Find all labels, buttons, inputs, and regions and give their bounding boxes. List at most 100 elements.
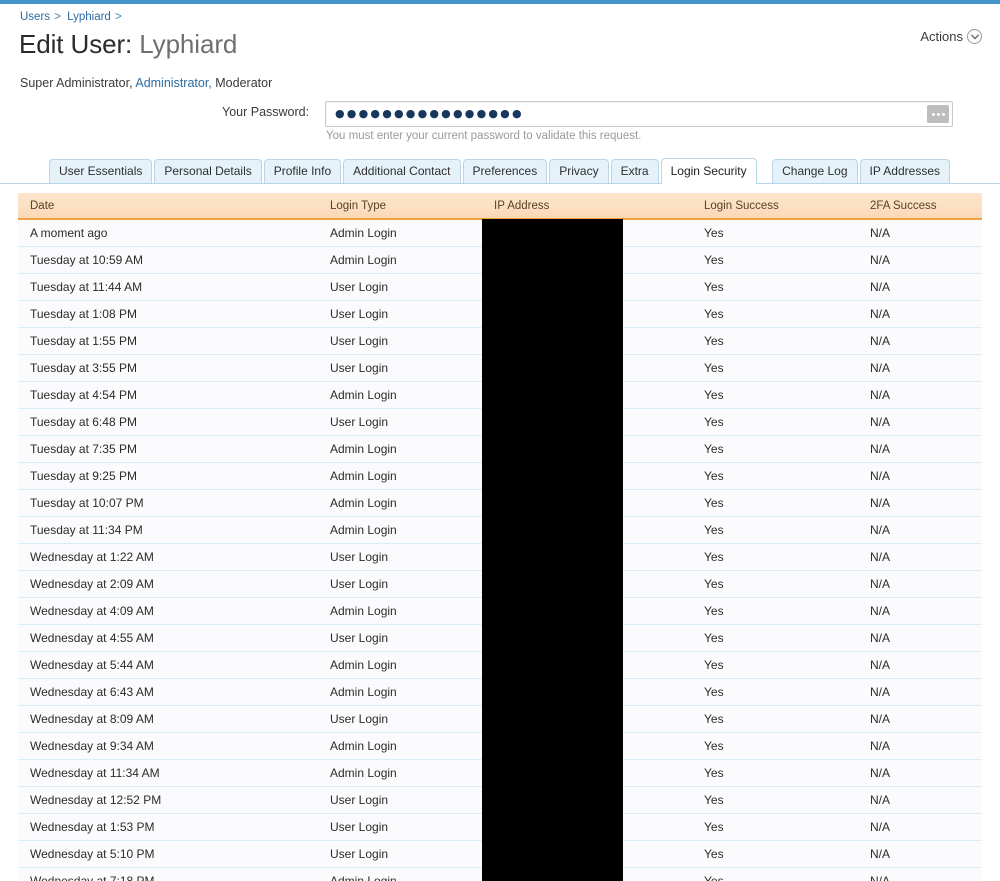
cell-twofa: N/A <box>858 435 982 463</box>
cell-date: Wednesday at 2:09 AM <box>18 570 318 598</box>
column-header-type[interactable]: Login Type <box>318 193 482 220</box>
cell-date: Wednesday at 11:34 AM <box>18 759 318 787</box>
cell-success: Yes <box>692 651 858 679</box>
cell-date: Tuesday at 10:07 PM <box>18 489 318 517</box>
cell-success: Yes <box>692 516 858 544</box>
cell-success: Yes <box>692 381 858 409</box>
cell-type: Admin Login <box>318 597 482 625</box>
tab-extra[interactable]: Extra <box>610 159 659 183</box>
cell-type: Admin Login <box>318 759 482 787</box>
cell-twofa: N/A <box>858 408 982 436</box>
cell-date: Tuesday at 1:08 PM <box>18 300 318 328</box>
role-moderator: Moderator <box>215 76 273 90</box>
cell-twofa: N/A <box>858 543 982 571</box>
tab-personal-details[interactable]: Personal Details <box>154 159 262 183</box>
breadcrumb-item-users[interactable]: Users <box>20 11 50 23</box>
chevron-down-icon[interactable] <box>967 29 982 44</box>
cell-date: Tuesday at 11:34 PM <box>18 516 318 544</box>
cell-success: Yes <box>692 327 858 355</box>
cell-date: Tuesday at 7:35 PM <box>18 435 318 463</box>
cell-type: User Login <box>318 408 482 436</box>
password-field[interactable]: ●●●●●●●●●●●●●●●● <box>325 101 953 127</box>
cell-type: User Login <box>318 354 482 382</box>
cell-date: Wednesday at 6:43 AM <box>18 678 318 706</box>
cell-twofa: N/A <box>858 840 982 868</box>
cell-success: Yes <box>692 867 858 881</box>
cell-success: Yes <box>692 435 858 463</box>
cell-success: Yes <box>692 462 858 490</box>
column-header-ip[interactable]: IP Address <box>482 193 692 220</box>
tab-bar: User Essentials Personal Details Profile I… <box>0 158 1000 184</box>
cell-date: Tuesday at 6:48 PM <box>18 408 318 436</box>
cell-twofa: N/A <box>858 516 982 544</box>
cell-type: Admin Login <box>318 651 482 679</box>
cell-date: Wednesday at 1:22 AM <box>18 543 318 571</box>
cell-twofa: N/A <box>858 273 982 301</box>
tab-change-log[interactable]: Change Log <box>772 159 858 183</box>
ellipsis-icon[interactable] <box>927 105 949 123</box>
cell-type: User Login <box>318 786 482 814</box>
actions-menu-button[interactable]: Actions <box>920 29 982 44</box>
cell-type: Admin Login <box>318 246 482 274</box>
cell-success: Yes <box>692 408 858 436</box>
cell-success: Yes <box>692 246 858 274</box>
cell-success: Yes <box>692 840 858 868</box>
cell-type: User Login <box>318 300 482 328</box>
cell-twofa: N/A <box>858 867 982 881</box>
breadcrumb-separator: > <box>51 11 65 23</box>
page-title-username: Lyphiard <box>139 29 238 59</box>
cell-type: User Login <box>318 840 482 868</box>
tab-user-essentials[interactable]: User Essentials <box>49 159 153 183</box>
cell-success: Yes <box>692 732 858 760</box>
tab-login-security[interactable]: Login Security <box>660 158 757 184</box>
tab-privacy[interactable]: Privacy <box>549 159 609 183</box>
cell-twofa: N/A <box>858 759 982 787</box>
cell-twofa: N/A <box>858 705 982 733</box>
cell-success: Yes <box>692 273 858 301</box>
cell-type: Admin Login <box>318 516 482 544</box>
cell-twofa: N/A <box>858 813 982 841</box>
cell-type: User Login <box>318 624 482 652</box>
column-header-twofa[interactable]: 2FA Success <box>858 193 982 220</box>
cell-type: User Login <box>318 543 482 571</box>
cell-type: User Login <box>318 570 482 598</box>
role-administrator-link[interactable]: Administrator, <box>135 76 211 90</box>
cell-twofa: N/A <box>858 786 982 814</box>
cell-date: A moment ago <box>18 219 318 247</box>
cell-twofa: N/A <box>858 462 982 490</box>
cell-date: Wednesday at 4:09 AM <box>18 597 318 625</box>
cell-success: Yes <box>692 786 858 814</box>
cell-type: Admin Login <box>318 732 482 760</box>
cell-date: Wednesday at 5:44 AM <box>18 651 318 679</box>
page-root: Users > Lyphiard > Edit User: Lyphiard A… <box>0 0 1000 881</box>
cell-date: Wednesday at 5:10 PM <box>18 840 318 868</box>
tab-ip-addresses[interactable]: IP Addresses <box>859 159 950 183</box>
cell-type: Admin Login <box>318 867 482 881</box>
table-header: Date Login Type IP Address Login Success 2FA… <box>18 193 982 220</box>
cell-twofa: N/A <box>858 300 982 328</box>
cell-twofa: N/A <box>858 354 982 382</box>
tab-preferences[interactable]: Preferences <box>462 159 548 183</box>
breadcrumb-item-lyphiard[interactable]: Lyphiard <box>67 11 111 23</box>
tab-profile-info[interactable]: Profile Info <box>263 159 342 183</box>
page-title-prefix: Edit User: <box>19 29 133 59</box>
cell-twofa: N/A <box>858 570 982 598</box>
column-header-success[interactable]: Login Success <box>692 193 858 220</box>
column-header-date[interactable]: Date <box>18 193 318 220</box>
cell-success: Yes <box>692 678 858 706</box>
cell-success: Yes <box>692 759 858 787</box>
cell-date: Wednesday at 7:18 PM <box>18 867 318 881</box>
cell-twofa: N/A <box>858 651 982 679</box>
cell-success: Yes <box>692 813 858 841</box>
tab-additional-contact[interactable]: Additional Contact <box>343 159 461 183</box>
cell-type: User Login <box>318 813 482 841</box>
cell-success: Yes <box>692 624 858 652</box>
cell-date: Tuesday at 3:55 PM <box>18 354 318 382</box>
password-input[interactable]: ●●●●●●●●●●●●●●●● <box>335 102 524 126</box>
ip-address-redaction-block <box>482 219 623 881</box>
cell-date: Tuesday at 1:55 PM <box>18 327 318 355</box>
cell-twofa: N/A <box>858 381 982 409</box>
cell-twofa: N/A <box>858 219 982 247</box>
cell-date: Wednesday at 9:34 AM <box>18 732 318 760</box>
cell-twofa: N/A <box>858 624 982 652</box>
